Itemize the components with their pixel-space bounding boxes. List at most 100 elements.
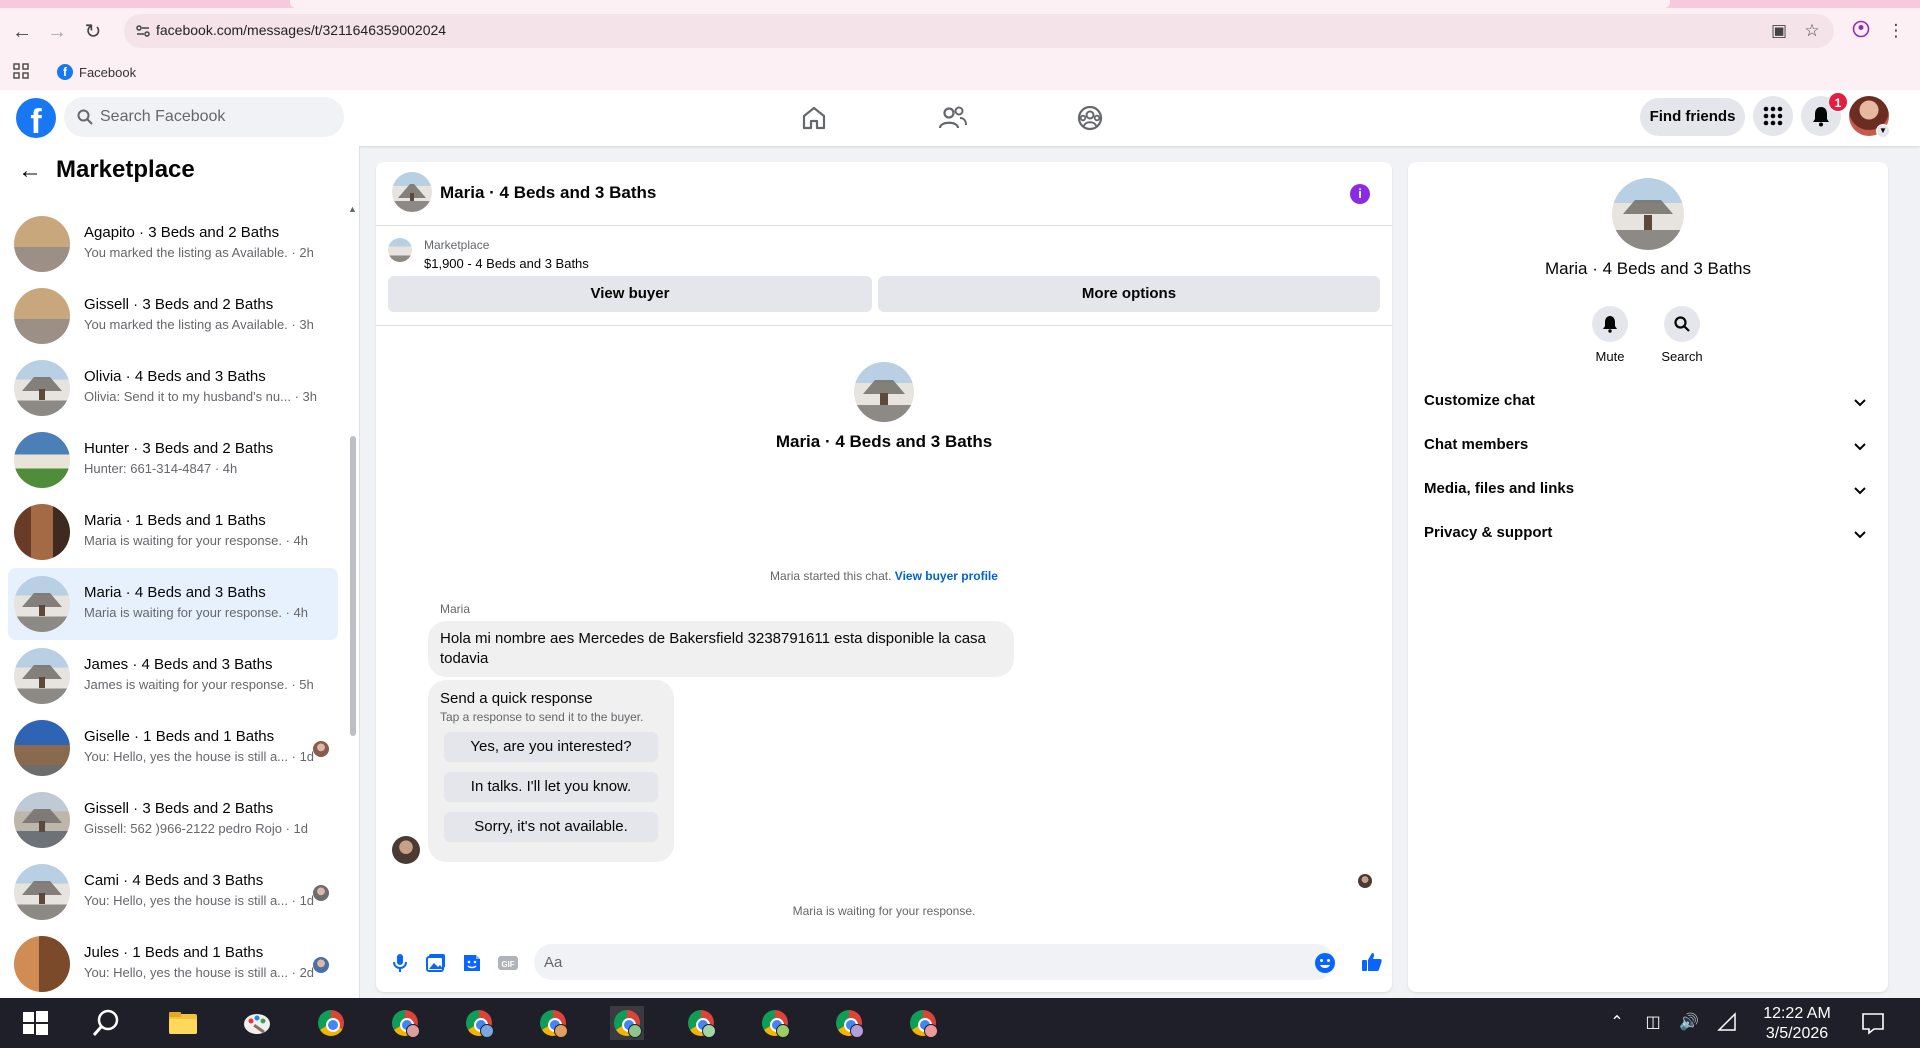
thumbs-up-icon[interactable] <box>1360 950 1384 974</box>
scroll-up-icon[interactable]: ▲ <box>348 204 357 214</box>
device-icon[interactable]: ◫ <box>1642 1012 1664 1034</box>
conversation-item[interactable]: Gissell · 3 Beds and 2 Baths Gissell: 562… <box>8 784 338 856</box>
notification-center-icon[interactable] <box>1860 1010 1886 1036</box>
intro-avatar <box>854 362 914 422</box>
search-input[interactable] <box>100 97 330 137</box>
back-icon[interactable]: ← <box>9 19 35 45</box>
url-text[interactable]: facebook.com/messages/t/3211646359002024 <box>156 22 446 38</box>
conversation-item[interactable]: Maria · 1 Beds and 1 Baths Maria is waiti… <box>8 496 338 568</box>
file-explorer-icon[interactable] <box>166 1006 200 1040</box>
customize-chat-section[interactable]: Customize chat <box>1416 380 1880 424</box>
seen-avatar <box>313 885 329 901</box>
install-app-icon[interactable]: ▣ <box>1768 20 1790 42</box>
info-avatar <box>1612 178 1684 250</box>
search-conversation-button[interactable]: Search <box>1652 306 1712 364</box>
scrollbar-thumb[interactable] <box>350 436 356 736</box>
listing-price[interactable]: $1,900 - 4 Beds and 3 Baths <box>424 256 589 271</box>
friends-icon[interactable] <box>935 100 971 136</box>
chat-header: Maria · 4 Beds and 3 Baths i <box>376 162 1392 226</box>
intro-title: Maria · 4 Beds and 3 Baths <box>775 432 993 451</box>
sticker-icon[interactable] <box>460 951 484 975</box>
reload-icon[interactable]: ↻ <box>80 19 106 45</box>
message-input[interactable] <box>544 944 1284 980</box>
conversation-preview: You: Hello, yes the house is still a... … <box>84 965 315 980</box>
conversation-title: Jules · 1 Beds and 1 Baths <box>84 944 264 961</box>
conversation-item[interactable]: Giselle · 1 Beds and 1 Baths You: Hello, … <box>8 712 338 784</box>
listing-thumbnail <box>14 576 70 632</box>
media-files-links-section[interactable]: Media, files and links <box>1416 468 1880 512</box>
active-tab[interactable] <box>290 0 1670 8</box>
conversation-item[interactable]: Agapito · 3 Beds and 2 Baths You marked t… <box>8 208 338 280</box>
chat-members-section[interactable]: Chat members <box>1416 424 1880 468</box>
facebook-search[interactable] <box>64 97 344 137</box>
conversation-item[interactable]: Maria · 4 Beds and 3 Baths Maria is waiti… <box>8 568 338 640</box>
groups-icon[interactable] <box>1072 100 1108 136</box>
forward-icon[interactable]: → <box>44 19 70 45</box>
conversation-item[interactable]: Cami · 4 Beds and 3 Baths You: Hello, yes… <box>8 856 338 928</box>
conversation-item[interactable]: James · 4 Beds and 3 Baths James is waiti… <box>8 640 338 712</box>
find-friends-button[interactable]: Find friends <box>1640 98 1745 136</box>
chat-started-notice: Maria started this chat. View buyer prof… <box>376 569 1392 583</box>
conversation-title: Giselle · 1 Beds and 1 Baths <box>84 728 275 745</box>
view-buyer-profile-link[interactable]: View buyer profile <box>895 569 998 583</box>
volume-icon[interactable]: 🔊 <box>1678 1012 1700 1034</box>
privacy-support-section[interactable]: Privacy & support <box>1416 512 1880 556</box>
microphone-icon[interactable] <box>388 951 412 975</box>
home-icon[interactable] <box>796 100 832 136</box>
notification-badge: 1 <box>1828 92 1848 112</box>
mute-button[interactable]: Mute <box>1580 306 1640 364</box>
conversation-title: Agapito · 3 Beds and 2 Baths <box>84 224 280 241</box>
chrome-profile-icon[interactable] <box>906 1006 940 1040</box>
conversation-item[interactable]: Olivia · 4 Beds and 3 Baths Olivia: Send … <box>8 352 338 424</box>
photo-icon[interactable] <box>424 951 448 975</box>
bookmark-star-icon[interactable]: ☆ <box>1801 20 1823 42</box>
chrome-profile-icon[interactable] <box>832 1006 866 1040</box>
sidebar-scrollbar[interactable]: ▲ <box>348 196 358 996</box>
facebook-logo[interactable]: f <box>16 98 56 138</box>
bookmark-facebook[interactable]: f Facebook <box>57 60 136 84</box>
chrome-profile-icon[interactable] <box>684 1006 718 1040</box>
listing-thumbnail <box>14 864 70 920</box>
quick-option-in-talks[interactable]: In talks. I'll let you know. <box>444 772 658 802</box>
message-bubble[interactable]: Hola mi nombre aes Mercedes de Bakersfie… <box>428 621 1014 677</box>
info-icon[interactable]: i <box>1350 184 1370 204</box>
conversation-item[interactable]: Gissell · 3 Beds and 2 Baths You marked t… <box>8 280 338 352</box>
kebab-menu-icon[interactable]: ⋮ <box>1885 20 1907 42</box>
apps-grid-icon[interactable] <box>12 62 30 80</box>
site-info-icon[interactable] <box>134 22 152 40</box>
network-icon[interactable] <box>1716 1012 1738 1034</box>
profile-icon[interactable] <box>1850 20 1872 42</box>
conversation-title: Cami · 4 Beds and 3 Baths <box>84 872 264 889</box>
chrome-profile-icon[interactable] <box>536 1006 570 1040</box>
conversation-item[interactable]: Hunter · 3 Beds and 2 Baths Hunter: 661-3… <box>8 424 338 496</box>
address-bar[interactable]: facebook.com/messages/t/3211646359002024 <box>124 14 1834 48</box>
chrome-profile-icon[interactable] <box>388 1006 422 1040</box>
chrome-icon[interactable] <box>314 1006 348 1040</box>
more-options-button[interactable]: More options <box>878 276 1380 312</box>
chat-title[interactable]: Maria · 4 Beds and 3 Baths <box>440 183 656 203</box>
chrome-profile-icon[interactable] <box>758 1006 792 1040</box>
gif-icon[interactable]: GIF <box>496 951 520 975</box>
conversation-item[interactable]: Jules · 1 Beds and 1 Baths You: Hello, ye… <box>8 928 338 998</box>
listing-thumbnail[interactable] <box>388 238 412 262</box>
show-hidden-icons-icon[interactable]: ⌃ <box>1606 1012 1628 1034</box>
chrome-profile-icon-active[interactable] <box>610 1006 644 1040</box>
chat-avatar[interactable] <box>392 172 432 212</box>
listing-thumbnail <box>14 720 70 776</box>
section-label: Customize chat <box>1424 392 1535 409</box>
quick-option-not-available[interactable]: Sorry, it's not available. <box>444 812 658 842</box>
sender-avatar[interactable] <box>392 836 420 864</box>
listing-label: Marketplace <box>424 238 490 252</box>
search-icon[interactable] <box>90 1006 124 1040</box>
quick-option-interested[interactable]: Yes, are you interested? <box>444 732 658 762</box>
chevron-down-icon[interactable]: ▼ <box>1876 124 1890 138</box>
system-clock[interactable]: 12:22 AM 3/5/2026 <box>1752 1004 1842 1044</box>
emoji-icon[interactable] <box>1314 952 1336 974</box>
menu-button[interactable] <box>1753 96 1793 136</box>
back-arrow-icon[interactable]: ← <box>18 159 42 184</box>
message-composer[interactable] <box>534 944 1334 980</box>
view-buyer-button[interactable]: View buyer <box>388 276 872 312</box>
windows-start-icon[interactable] <box>18 1006 52 1040</box>
paint-icon[interactable] <box>240 1006 274 1040</box>
chrome-profile-icon[interactable] <box>462 1006 496 1040</box>
